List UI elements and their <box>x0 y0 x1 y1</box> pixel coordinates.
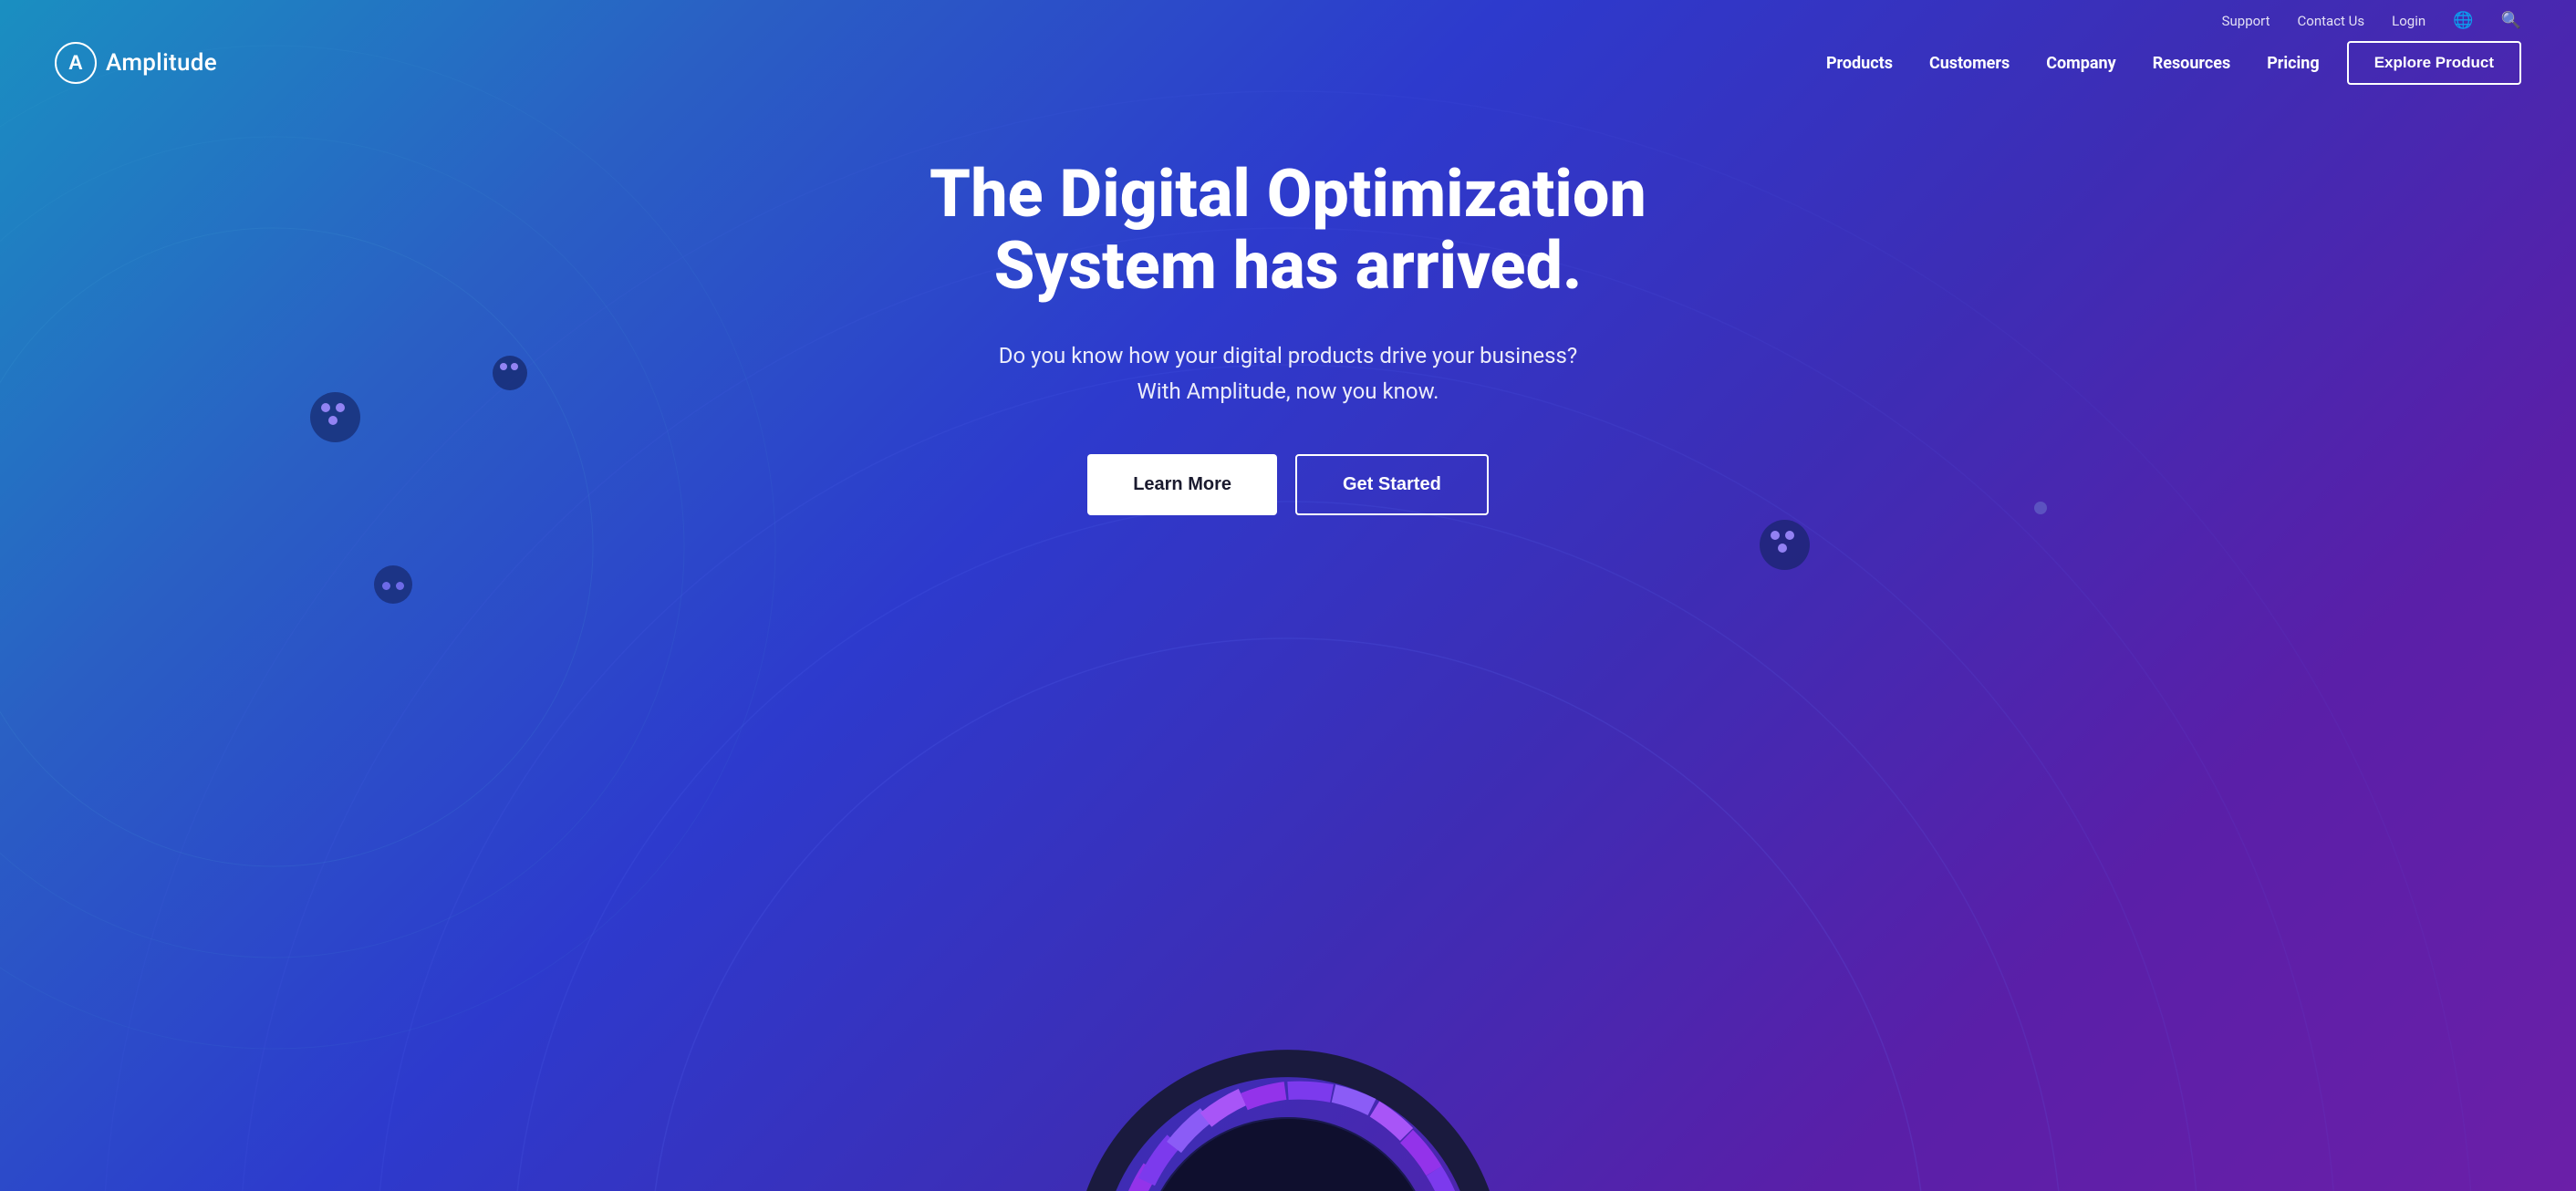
hero-subtitle-line1: Do you know how your digital products dr… <box>999 338 1577 373</box>
nav-company[interactable]: Company <box>2046 54 2115 73</box>
explore-product-button[interactable]: Explore Product <box>2347 41 2521 85</box>
logo-icon: A <box>55 42 97 84</box>
navbar: A Amplitude Products Customers Company R… <box>0 41 2576 103</box>
get-started-button[interactable]: Get Started <box>1295 454 1489 515</box>
learn-more-button[interactable]: Learn More <box>1087 454 1277 515</box>
login-link[interactable]: Login <box>2392 13 2425 29</box>
nav-products[interactable]: Products <box>1826 54 1893 73</box>
nav-resources[interactable]: Resources <box>2153 54 2231 73</box>
hero-title: The Digital Optimization System has arri… <box>832 158 1744 302</box>
nav-links: Products Customers Company Resources Pri… <box>1826 54 2320 73</box>
hero-section: The Digital Optimization System has arri… <box>0 103 2576 606</box>
logo[interactable]: A Amplitude <box>55 42 217 84</box>
nav-customers[interactable]: Customers <box>1929 54 2010 73</box>
logo-text: Amplitude <box>106 49 217 77</box>
svg-text:A: A <box>68 51 83 74</box>
utility-bar: Support Contact Us Login 🌐 🔍 <box>0 0 2576 41</box>
page-wrapper: Support Contact Us Login 🌐 🔍 A Amplitude… <box>0 0 2576 1191</box>
hero-subtitle: Do you know how your digital products dr… <box>999 338 1577 409</box>
search-icon[interactable]: 🔍 <box>2501 11 2521 30</box>
hero-buttons: Learn More Get Started <box>1087 454 1489 515</box>
hero-subtitle-line2: With Amplitude, now you know. <box>999 374 1577 409</box>
nav-pricing[interactable]: Pricing <box>2267 54 2319 73</box>
bottom-dial <box>1069 972 1507 1191</box>
contact-link[interactable]: Contact Us <box>2298 13 2365 29</box>
support-link[interactable]: Support <box>2222 13 2270 29</box>
globe-icon[interactable]: 🌐 <box>2453 11 2473 30</box>
